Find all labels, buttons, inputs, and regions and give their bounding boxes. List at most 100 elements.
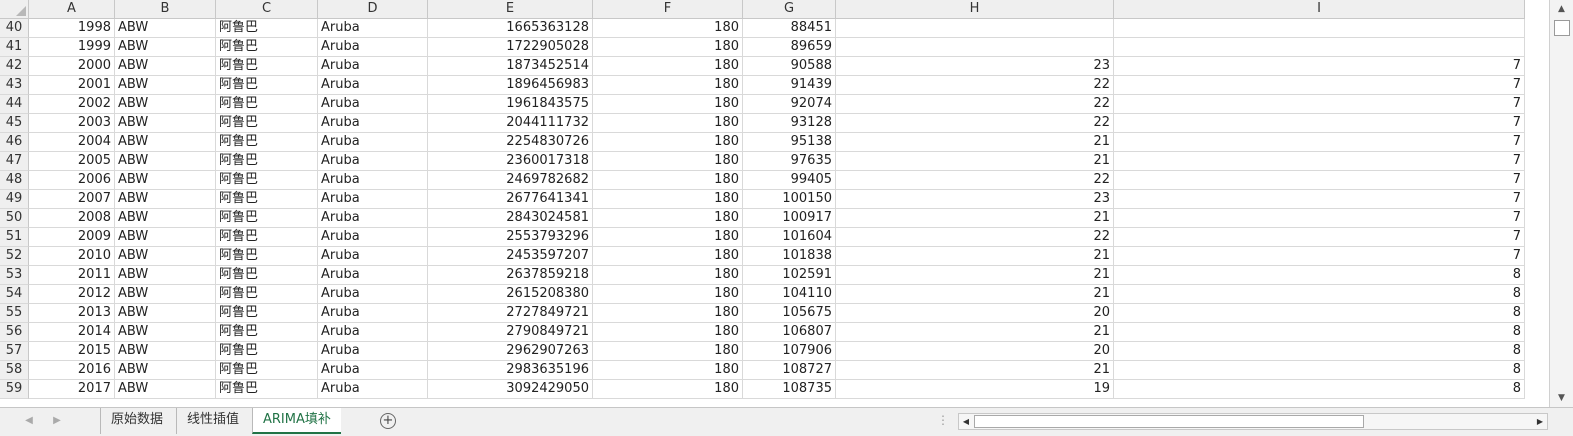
row-header[interactable]: 45 bbox=[0, 114, 29, 133]
cell-a[interactable]: 2000 bbox=[29, 57, 115, 76]
cell-f[interactable]: 180 bbox=[593, 95, 743, 114]
cell-g[interactable]: 97635 bbox=[743, 152, 836, 171]
cell-g[interactable]: 101604 bbox=[743, 228, 836, 247]
cell-b[interactable]: ABW bbox=[115, 114, 216, 133]
vertical-scroll-thumb[interactable] bbox=[1554, 20, 1570, 36]
cell-b[interactable]: ABW bbox=[115, 152, 216, 171]
tab-scroll-right-icon[interactable]: ▶ bbox=[50, 414, 64, 428]
cell-g[interactable]: 92074 bbox=[743, 95, 836, 114]
cell-d[interactable]: Aruba bbox=[318, 228, 428, 247]
row-header[interactable]: 51 bbox=[0, 228, 29, 247]
cell-h[interactable]: 19 bbox=[836, 380, 1114, 399]
cell-f[interactable]: 180 bbox=[593, 361, 743, 380]
cell-f[interactable]: 180 bbox=[593, 266, 743, 285]
cell-c[interactable]: 阿鲁巴 bbox=[216, 266, 318, 285]
cell-c[interactable]: 阿鲁巴 bbox=[216, 228, 318, 247]
cell-e[interactable]: 2044111732 bbox=[428, 114, 593, 133]
column-header-e[interactable]: E bbox=[428, 0, 593, 19]
cell-i[interactable]: 7 bbox=[1114, 57, 1525, 76]
cell-f[interactable]: 180 bbox=[593, 380, 743, 399]
cell-b[interactable]: ABW bbox=[115, 285, 216, 304]
cell-i[interactable]: 8 bbox=[1114, 285, 1525, 304]
cell-f[interactable]: 180 bbox=[593, 171, 743, 190]
cell-i[interactable]: 7 bbox=[1114, 228, 1525, 247]
cell-g[interactable]: 100150 bbox=[743, 190, 836, 209]
row-header[interactable]: 56 bbox=[0, 323, 29, 342]
cell-a[interactable]: 2004 bbox=[29, 133, 115, 152]
cell-f[interactable]: 180 bbox=[593, 76, 743, 95]
spreadsheet-grid[interactable]: A B C D E F G H I 40 1998 ABW 阿鲁巴 Aruba 16653… bbox=[0, 0, 1549, 407]
cell-a[interactable]: 2010 bbox=[29, 247, 115, 266]
cell-e[interactable]: 2790849721 bbox=[428, 323, 593, 342]
cell-c[interactable]: 阿鲁巴 bbox=[216, 380, 318, 399]
cell-d[interactable]: Aruba bbox=[318, 152, 428, 171]
cell-i[interactable]: 7 bbox=[1114, 190, 1525, 209]
sheet-tab-raw-data[interactable]: 原始数据 bbox=[100, 408, 173, 434]
cell-a[interactable]: 2005 bbox=[29, 152, 115, 171]
row-header[interactable]: 41 bbox=[0, 38, 29, 57]
cell-i[interactable]: 7 bbox=[1114, 133, 1525, 152]
cell-f[interactable]: 180 bbox=[593, 114, 743, 133]
cell-a[interactable]: 2011 bbox=[29, 266, 115, 285]
cell-f[interactable]: 180 bbox=[593, 38, 743, 57]
column-header-h[interactable]: H bbox=[836, 0, 1114, 19]
cell-b[interactable]: ABW bbox=[115, 190, 216, 209]
cell-b[interactable]: ABW bbox=[115, 209, 216, 228]
cell-b[interactable]: ABW bbox=[115, 57, 216, 76]
cell-d[interactable]: Aruba bbox=[318, 38, 428, 57]
add-sheet-icon[interactable]: + bbox=[380, 413, 396, 429]
cell-a[interactable]: 2007 bbox=[29, 190, 115, 209]
cell-e[interactable]: 2962907263 bbox=[428, 342, 593, 361]
cell-e[interactable]: 2727849721 bbox=[428, 304, 593, 323]
cell-c[interactable]: 阿鲁巴 bbox=[216, 190, 318, 209]
cell-a[interactable]: 2012 bbox=[29, 285, 115, 304]
cell-g[interactable]: 107906 bbox=[743, 342, 836, 361]
cell-a[interactable]: 2001 bbox=[29, 76, 115, 95]
cell-g[interactable]: 108735 bbox=[743, 380, 836, 399]
cell-c[interactable]: 阿鲁巴 bbox=[216, 209, 318, 228]
cell-d[interactable]: Aruba bbox=[318, 19, 428, 38]
cell-e[interactable]: 1665363128 bbox=[428, 19, 593, 38]
cell-b[interactable]: ABW bbox=[115, 323, 216, 342]
cell-i[interactable]: 8 bbox=[1114, 304, 1525, 323]
cell-i[interactable]: 7 bbox=[1114, 209, 1525, 228]
cell-b[interactable]: ABW bbox=[115, 19, 216, 38]
cell-c[interactable]: 阿鲁巴 bbox=[216, 38, 318, 57]
cell-f[interactable]: 180 bbox=[593, 133, 743, 152]
cell-b[interactable]: ABW bbox=[115, 361, 216, 380]
cell-g[interactable]: 95138 bbox=[743, 133, 836, 152]
cell-a[interactable]: 1999 bbox=[29, 38, 115, 57]
cell-h[interactable]: 22 bbox=[836, 228, 1114, 247]
scroll-down-icon[interactable]: ▼ bbox=[1550, 389, 1573, 407]
cell-e[interactable]: 3092429050 bbox=[428, 380, 593, 399]
row-header[interactable]: 52 bbox=[0, 247, 29, 266]
cell-i[interactable]: 7 bbox=[1114, 171, 1525, 190]
cell-a[interactable]: 2002 bbox=[29, 95, 115, 114]
cell-g[interactable]: 90588 bbox=[743, 57, 836, 76]
cell-f[interactable]: 180 bbox=[593, 19, 743, 38]
cell-c[interactable]: 阿鲁巴 bbox=[216, 361, 318, 380]
cell-h[interactable]: 21 bbox=[836, 247, 1114, 266]
cell-g[interactable]: 89659 bbox=[743, 38, 836, 57]
cell-e[interactable]: 1873452514 bbox=[428, 57, 593, 76]
cell-g[interactable]: 88451 bbox=[743, 19, 836, 38]
cell-d[interactable]: Aruba bbox=[318, 76, 428, 95]
cell-i[interactable]: 7 bbox=[1114, 247, 1525, 266]
cell-h[interactable] bbox=[836, 19, 1114, 38]
cell-c[interactable]: 阿鲁巴 bbox=[216, 323, 318, 342]
column-header-g[interactable]: G bbox=[743, 0, 836, 19]
cell-a[interactable]: 2016 bbox=[29, 361, 115, 380]
scroll-left-icon[interactable]: ◀ bbox=[959, 414, 973, 429]
column-header-d[interactable]: D bbox=[318, 0, 428, 19]
cell-d[interactable]: Aruba bbox=[318, 323, 428, 342]
row-header[interactable]: 49 bbox=[0, 190, 29, 209]
cell-b[interactable]: ABW bbox=[115, 38, 216, 57]
cell-a[interactable]: 2017 bbox=[29, 380, 115, 399]
cell-g[interactable]: 104110 bbox=[743, 285, 836, 304]
cell-d[interactable]: Aruba bbox=[318, 304, 428, 323]
cell-g[interactable]: 93128 bbox=[743, 114, 836, 133]
cell-a[interactable]: 1998 bbox=[29, 19, 115, 38]
row-header[interactable]: 50 bbox=[0, 209, 29, 228]
cell-a[interactable]: 2009 bbox=[29, 228, 115, 247]
scroll-up-icon[interactable]: ▲ bbox=[1550, 0, 1573, 18]
